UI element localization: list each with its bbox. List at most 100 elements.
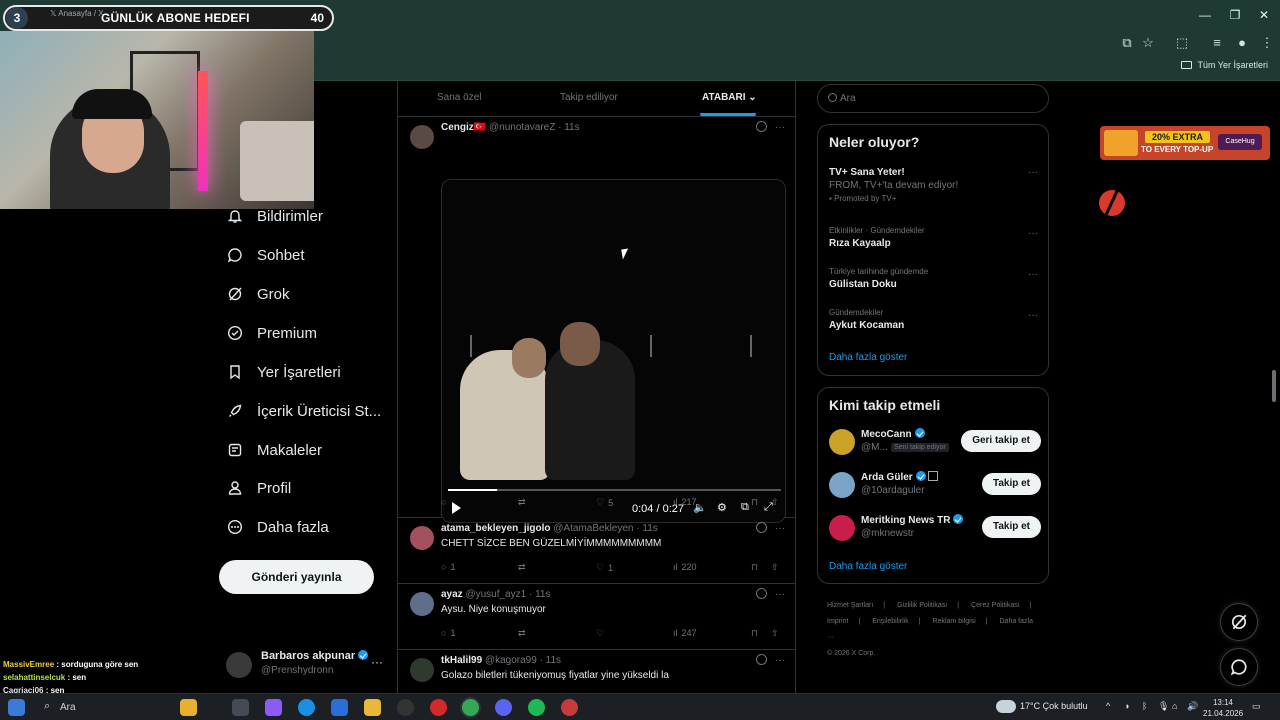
tweet-more-icon[interactable]: ··· [775, 655, 785, 666]
tweet-author-handle[interactable]: @nunotavareZ [489, 122, 555, 133]
trend-item[interactable]: Etkinlikler · Gündemdekiler Rıza Kayaalp [829, 226, 1039, 249]
footer-link[interactable]: Imprint [827, 618, 848, 625]
tweet[interactable]: Cengiz🇹🇷 @nunotavareZ · 11s ··· 0:04 / 0… [398, 117, 795, 523]
tweet-author-handle[interactable]: @AtamaBekleyen [553, 523, 633, 534]
reply-button[interactable]: ○ [441, 497, 450, 507]
footer-link[interactable]: Hizmet Şartları [827, 602, 873, 609]
reply-button[interactable]: ○ 1 [441, 562, 455, 572]
profile-avatar-icon[interactable]: ● [1233, 34, 1251, 52]
app-icon[interactable] [561, 699, 578, 716]
follow-button[interactable]: Takip et [981, 473, 1041, 495]
tweet-time[interactable]: · 11s [636, 523, 658, 534]
chrome-icon[interactable] [462, 699, 479, 716]
trend-more-icon[interactable]: ··· [1028, 269, 1038, 280]
reply-button[interactable]: ○ 1 [441, 628, 455, 638]
nav-grok[interactable]: Grok [226, 280, 290, 308]
mic-icon[interactable]: 🎙 [1158, 701, 1169, 712]
follow-suggestion[interactable]: Arda Güler @10ardaguler Takip et [829, 470, 1041, 500]
nav-creator-studio[interactable]: İçerik Üreticisi St... [226, 397, 381, 425]
views-button[interactable]: ıl 220 [673, 562, 697, 572]
notifications-icon[interactable]: ▭ [1252, 701, 1261, 712]
nav-profile[interactable]: Profil [226, 474, 291, 502]
tweet-author-handle[interactable]: @kagora99 [485, 655, 537, 666]
store-icon[interactable] [331, 699, 348, 716]
weather-text[interactable]: 17°C Çok bulutlu [1020, 701, 1088, 711]
taskbar-search-label[interactable]: Ara [60, 702, 76, 713]
views-button[interactable]: ıl 217 [673, 497, 697, 507]
spotify-icon[interactable] [528, 699, 545, 716]
trend-item[interactable]: TV+ Sana Yeter! FROM, TV+'ta devam ediyo… [829, 167, 1039, 203]
grok-icon[interactable] [756, 588, 767, 599]
views-button[interactable]: ıl 247 [673, 628, 697, 638]
follow-suggestion[interactable]: Meritking News TR @mknewstr Takip et [829, 513, 1041, 543]
bookmark-button[interactable]: ⊓ [751, 497, 758, 508]
trend-item[interactable]: Türkiye tarihinde gündemde Gülistan Doku [829, 267, 1039, 290]
restore-icon[interactable]: ❐ [1226, 6, 1244, 24]
share-button[interactable]: ⇧ [771, 628, 779, 639]
nav-premium[interactable]: Premium [226, 319, 317, 347]
file-explorer-icon[interactable] [364, 699, 381, 716]
share-button[interactable]: ⇧ [771, 562, 779, 573]
tray-chevron-icon[interactable]: ^ [1106, 701, 1110, 711]
tray-app-icon[interactable]: ◑ [1124, 701, 1129, 711]
repost-button[interactable]: ⇄ [518, 497, 530, 508]
avatar[interactable] [410, 125, 434, 149]
tweet[interactable]: atama_bekleyen_jigolo @AtamaBekleyen · 1… [398, 518, 795, 584]
grok-icon[interactable] [756, 522, 767, 533]
follow-button[interactable]: Takip et [981, 516, 1041, 538]
trend-more-icon[interactable]: ··· [1028, 310, 1038, 321]
volume-icon[interactable]: 🔊 [1187, 701, 1198, 712]
tab-atabari[interactable]: ATABARI ⌄ [702, 92, 757, 103]
tweet-time[interactable]: · 11s [529, 589, 551, 600]
follow-back-button[interactable]: Geri takip et [961, 430, 1041, 452]
nav-more[interactable]: Daha fazla [226, 513, 329, 541]
bookmark-button[interactable]: ⊓ [751, 562, 758, 573]
account-more-icon[interactable]: ··· [371, 655, 383, 669]
messages-fab-button[interactable] [1220, 648, 1258, 686]
clock[interactable]: 13:14 21.04.2026 [1203, 697, 1243, 719]
network-icon[interactable]: ⌂ [1172, 701, 1177, 711]
who-show-more-link[interactable]: Daha fazla göster [829, 561, 907, 572]
tweet-author-name[interactable]: tkHalil99 [441, 655, 482, 666]
grok-icon[interactable] [756, 654, 767, 665]
avatar[interactable] [410, 658, 434, 682]
copilot-sparkle-icon[interactable] [180, 699, 197, 716]
tweet-author-handle[interactable]: @yusuf_ayz1 [465, 589, 526, 600]
reading-list-icon[interactable]: ≡ [1208, 34, 1226, 52]
extensions-icon[interactable]: ⬚ [1173, 34, 1191, 52]
tweet-more-icon[interactable]: ··· [775, 122, 785, 133]
bookmark-folder-all[interactable]: Tüm Yer İşaretleri [1181, 60, 1268, 70]
opera-icon[interactable] [430, 699, 447, 716]
tweet-more-icon[interactable]: ··· [775, 589, 785, 600]
edge-icon[interactable] [298, 699, 315, 716]
nav-notifications[interactable]: Bildirimler [226, 202, 323, 230]
task-view-icon[interactable] [232, 699, 249, 716]
tweet-author-name[interactable]: atama_bekleyen_jigolo [441, 523, 551, 534]
tweet-video[interactable]: 0:04 / 0:27 🔈 ⚙ ⧉ ⤢ [441, 179, 786, 523]
tweet[interactable]: ayaz @yusuf_ayz1 · 11s ··· Aysu. Niye ko… [398, 584, 795, 650]
footer-link[interactable]: Gizlilik Politikası [897, 602, 947, 609]
footer-link[interactable]: Çerez Politikası [971, 602, 1020, 609]
star-icon[interactable]: ☆ [1139, 34, 1157, 52]
like-button[interactable]: ♡ [596, 628, 604, 639]
repost-button[interactable]: ⇄ [518, 562, 526, 573]
install-app-icon[interactable]: ⧉ [1118, 34, 1136, 52]
copilot-icon[interactable] [265, 699, 282, 716]
bluetooth-icon[interactable]: ᛒ [1142, 701, 1147, 711]
bookmark-button[interactable]: ⊓ [751, 628, 758, 639]
avatar[interactable] [410, 526, 434, 550]
follow-suggestion[interactable]: MecoCann @M... Seni takip ediyor Geri ta… [829, 427, 1041, 457]
page-scrollbar[interactable] [1272, 370, 1276, 402]
minimize-icon[interactable]: — [1196, 6, 1214, 24]
tweet-time[interactable]: · 11s [558, 122, 580, 133]
tweet-more-icon[interactable]: ··· [775, 523, 785, 534]
search-icon[interactable]: ⌕ [44, 700, 50, 713]
search-input[interactable]: Ara [817, 84, 1049, 113]
tweet-time[interactable]: · 11s [540, 655, 562, 666]
avatar[interactable] [410, 592, 434, 616]
like-button[interactable]: ♡ 5 [596, 497, 613, 508]
like-button[interactable]: ♡ 1 [596, 562, 613, 573]
tab-for-you[interactable]: Sana özel [437, 92, 481, 103]
close-icon[interactable]: ✕ [1255, 6, 1273, 24]
share-button[interactable]: ⇧ [771, 497, 779, 508]
